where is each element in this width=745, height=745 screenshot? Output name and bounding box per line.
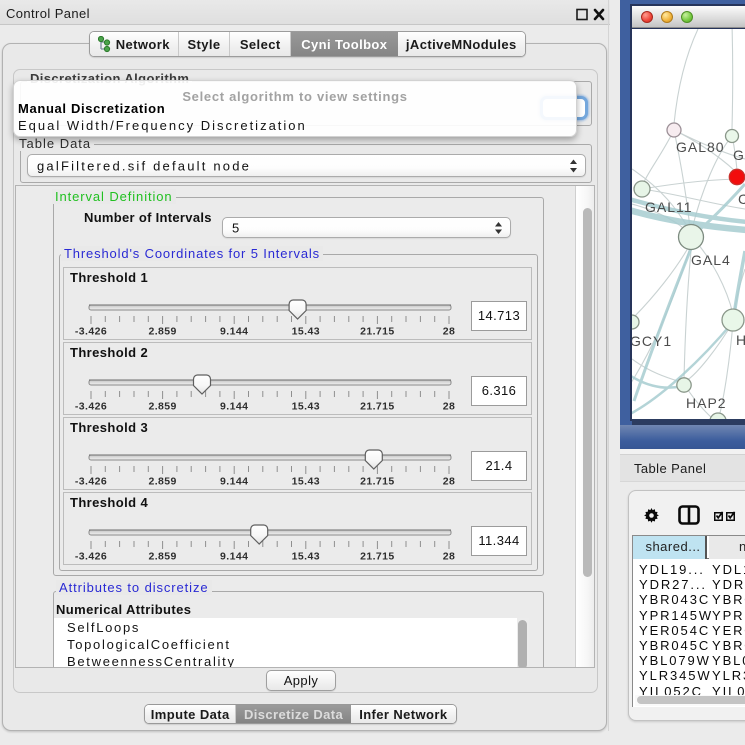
svg-text:GA: GA	[733, 147, 745, 163]
svg-text:28: 28	[443, 326, 455, 338]
svg-text:15.43: 15.43	[292, 476, 320, 488]
svg-text:2.859: 2.859	[148, 551, 176, 563]
svg-text:GAL11: GAL11	[645, 199, 693, 215]
svg-text:GAL4: GAL4	[691, 252, 731, 268]
svg-text:GAL80: GAL80	[676, 139, 725, 155]
svg-text:2.859: 2.859	[148, 476, 176, 488]
svg-text:9.144: 9.144	[220, 551, 248, 563]
svg-text:GCY1: GCY1	[632, 333, 672, 349]
svg-text:9.144: 9.144	[220, 401, 248, 413]
svg-text:15.43: 15.43	[292, 326, 320, 338]
svg-text:9.144: 9.144	[220, 326, 248, 338]
svg-text:-3.426: -3.426	[75, 476, 107, 488]
svg-text:21.715: 21.715	[360, 401, 395, 413]
svg-text:28: 28	[443, 401, 455, 413]
svg-text:HAP2: HAP2	[686, 395, 727, 411]
svg-text:CR: CR	[738, 191, 745, 207]
svg-text:21.715: 21.715	[360, 326, 395, 338]
svg-text:2.859: 2.859	[148, 401, 176, 413]
svg-text:15.43: 15.43	[292, 551, 320, 563]
svg-text:H: H	[736, 332, 745, 348]
svg-text:15.43: 15.43	[292, 401, 320, 413]
svg-text:21.715: 21.715	[360, 476, 395, 488]
svg-text:-3.426: -3.426	[75, 401, 107, 413]
svg-text:9.144: 9.144	[220, 476, 248, 488]
svg-text:28: 28	[443, 476, 455, 488]
svg-text:21.715: 21.715	[360, 551, 395, 563]
svg-text:2.859: 2.859	[148, 326, 176, 338]
svg-text:-3.426: -3.426	[75, 551, 107, 563]
svg-text:-3.426: -3.426	[75, 326, 107, 338]
svg-text:28: 28	[443, 551, 455, 563]
